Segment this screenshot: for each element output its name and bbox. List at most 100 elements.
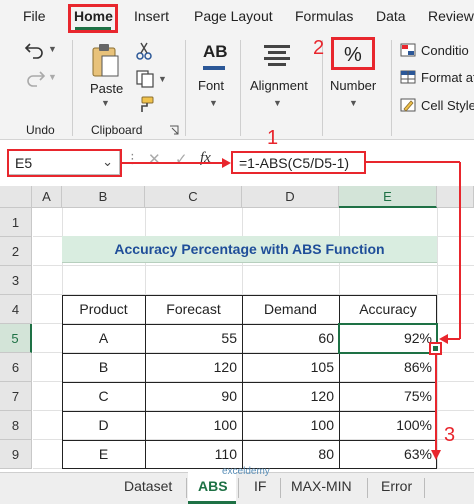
- table-cell[interactable]: 60: [242, 324, 339, 353]
- menu-formulas[interactable]: Formulas: [295, 8, 353, 24]
- sheet-tab-error[interactable]: Error: [381, 478, 412, 494]
- ribbon-separator: [72, 40, 73, 136]
- header-forecast[interactable]: Forecast: [145, 295, 242, 324]
- column-header-b[interactable]: B: [62, 186, 145, 208]
- table-cell[interactable]: 110: [145, 440, 242, 469]
- row-header-7[interactable]: 7: [0, 382, 32, 411]
- sheet-tab-dataset[interactable]: Dataset: [124, 478, 172, 494]
- row-header-1[interactable]: 1: [0, 208, 32, 237]
- formula-text: =1-ABS(C5/D5-1): [239, 155, 350, 171]
- tab-separator: [186, 478, 187, 498]
- undo-group-label: Undo: [26, 123, 55, 137]
- number-dropdown-icon[interactable]: ▼: [349, 98, 358, 108]
- formula-bar-grip-icon[interactable]: ⋮: [126, 151, 139, 167]
- paste-dropdown-icon[interactable]: ▼: [101, 98, 110, 108]
- cell-styles-icon[interactable]: [400, 98, 416, 112]
- menu-file[interactable]: File: [23, 8, 46, 24]
- insert-function-icon[interactable]: fx: [200, 150, 211, 167]
- row-header-8[interactable]: 8: [0, 411, 32, 440]
- undo-icon[interactable]: [24, 40, 46, 60]
- highlight-percent-button: [331, 37, 375, 70]
- tab-separator: [238, 478, 239, 498]
- cancel-icon[interactable]: ✕: [148, 150, 161, 168]
- table-cell[interactable]: E: [62, 440, 145, 469]
- header-product[interactable]: Product: [62, 295, 145, 324]
- font-group-label[interactable]: Font: [198, 78, 224, 93]
- title-cell[interactable]: Accuracy Percentage with ABS Function: [62, 236, 437, 263]
- row-header-6[interactable]: 6: [0, 353, 32, 382]
- row-header-9[interactable]: 9: [0, 440, 32, 469]
- menu-review[interactable]: Review: [428, 8, 474, 24]
- table-cell[interactable]: 80: [242, 440, 339, 469]
- row-header-3[interactable]: 3: [0, 266, 32, 295]
- tab-separator: [367, 478, 368, 498]
- table-cell[interactable]: 90: [145, 382, 242, 411]
- row-header-4[interactable]: 4: [0, 295, 32, 324]
- column-header-a[interactable]: A: [32, 186, 62, 208]
- menu-data[interactable]: Data: [376, 8, 406, 24]
- format-painter-icon[interactable]: [136, 96, 154, 114]
- column-header-f[interactable]: [437, 186, 474, 208]
- select-all-corner[interactable]: [0, 186, 32, 208]
- table-cell[interactable]: 86%: [339, 353, 437, 382]
- table-cell[interactable]: 120: [242, 382, 339, 411]
- cut-icon[interactable]: [136, 42, 152, 60]
- active-cell-e5[interactable]: [338, 323, 438, 354]
- copy-icon[interactable]: [136, 70, 154, 88]
- table-cell[interactable]: A: [62, 324, 145, 353]
- copy-dropdown-icon[interactable]: ▼: [158, 74, 167, 84]
- conditional-formatting-icon[interactable]: [400, 43, 416, 57]
- format-as-table-button[interactable]: Format at: [421, 70, 474, 85]
- dialog-launcher-icon[interactable]: [169, 125, 179, 135]
- sheet-tab-max-min[interactable]: MAX-MIN: [291, 478, 352, 494]
- redo-dropdown-icon[interactable]: ▼: [48, 72, 57, 82]
- cell-styles-button[interactable]: Cell Style: [421, 98, 474, 113]
- formula-input[interactable]: =1-ABS(C5/D5-1): [231, 151, 366, 174]
- table-cell[interactable]: 63%: [339, 440, 437, 469]
- table-cell[interactable]: 120: [145, 353, 242, 382]
- row-header-2[interactable]: 2: [0, 237, 32, 266]
- undo-dropdown-icon[interactable]: ▼: [48, 44, 57, 54]
- column-header-d[interactable]: D: [242, 186, 339, 208]
- sheet-tab-abs[interactable]: ABS: [198, 478, 228, 494]
- format-as-table-icon[interactable]: [400, 70, 416, 84]
- column-header-e[interactable]: E: [339, 186, 437, 208]
- table-cell[interactable]: D: [62, 411, 145, 440]
- menu-page-layout[interactable]: Page Layout: [194, 8, 273, 24]
- clipboard-group-label: Clipboard: [91, 123, 143, 137]
- table-cell[interactable]: 55: [145, 324, 242, 353]
- ribbon-separator: [391, 40, 392, 136]
- table-cell[interactable]: C: [62, 382, 145, 411]
- table-cell[interactable]: 100: [145, 411, 242, 440]
- font-dropdown-icon[interactable]: ▼: [209, 98, 218, 108]
- ribbon-separator: [185, 40, 186, 136]
- table-cell[interactable]: 100%: [339, 411, 437, 440]
- alignment-icon[interactable]: [263, 44, 291, 68]
- table-title: Accuracy Percentage with ABS Function: [114, 241, 385, 257]
- enter-icon[interactable]: ✓: [175, 150, 188, 168]
- font-icon[interactable]: AB: [203, 42, 228, 72]
- menu-insert[interactable]: Insert: [134, 8, 169, 24]
- watermark-text: exceldemy: [222, 466, 270, 477]
- tab-separator: [280, 478, 281, 498]
- table-cell[interactable]: 75%: [339, 382, 437, 411]
- highlight-name-box: [7, 149, 122, 177]
- ribbon-separator: [240, 40, 241, 136]
- table-cell[interactable]: 105: [242, 353, 339, 382]
- table-cell[interactable]: 100: [242, 411, 339, 440]
- header-accuracy[interactable]: Accuracy: [339, 295, 437, 324]
- table-cell[interactable]: B: [62, 353, 145, 382]
- alignment-dropdown-icon[interactable]: ▼: [273, 98, 282, 108]
- paste-icon[interactable]: [90, 42, 120, 78]
- highlight-home-tab: [68, 4, 118, 33]
- column-header-c[interactable]: C: [145, 186, 242, 208]
- conditional-formatting-button[interactable]: Conditio: [421, 43, 469, 58]
- header-demand[interactable]: Demand: [242, 295, 339, 324]
- number-group-label[interactable]: Number: [330, 78, 376, 93]
- row-header-5[interactable]: 5: [0, 324, 32, 353]
- sheet-tab-if[interactable]: IF: [254, 478, 266, 494]
- paste-label[interactable]: Paste: [90, 81, 123, 96]
- step-3-label: 3: [444, 424, 456, 446]
- alignment-group-label[interactable]: Alignment: [250, 78, 308, 93]
- redo-icon[interactable]: [24, 68, 46, 88]
